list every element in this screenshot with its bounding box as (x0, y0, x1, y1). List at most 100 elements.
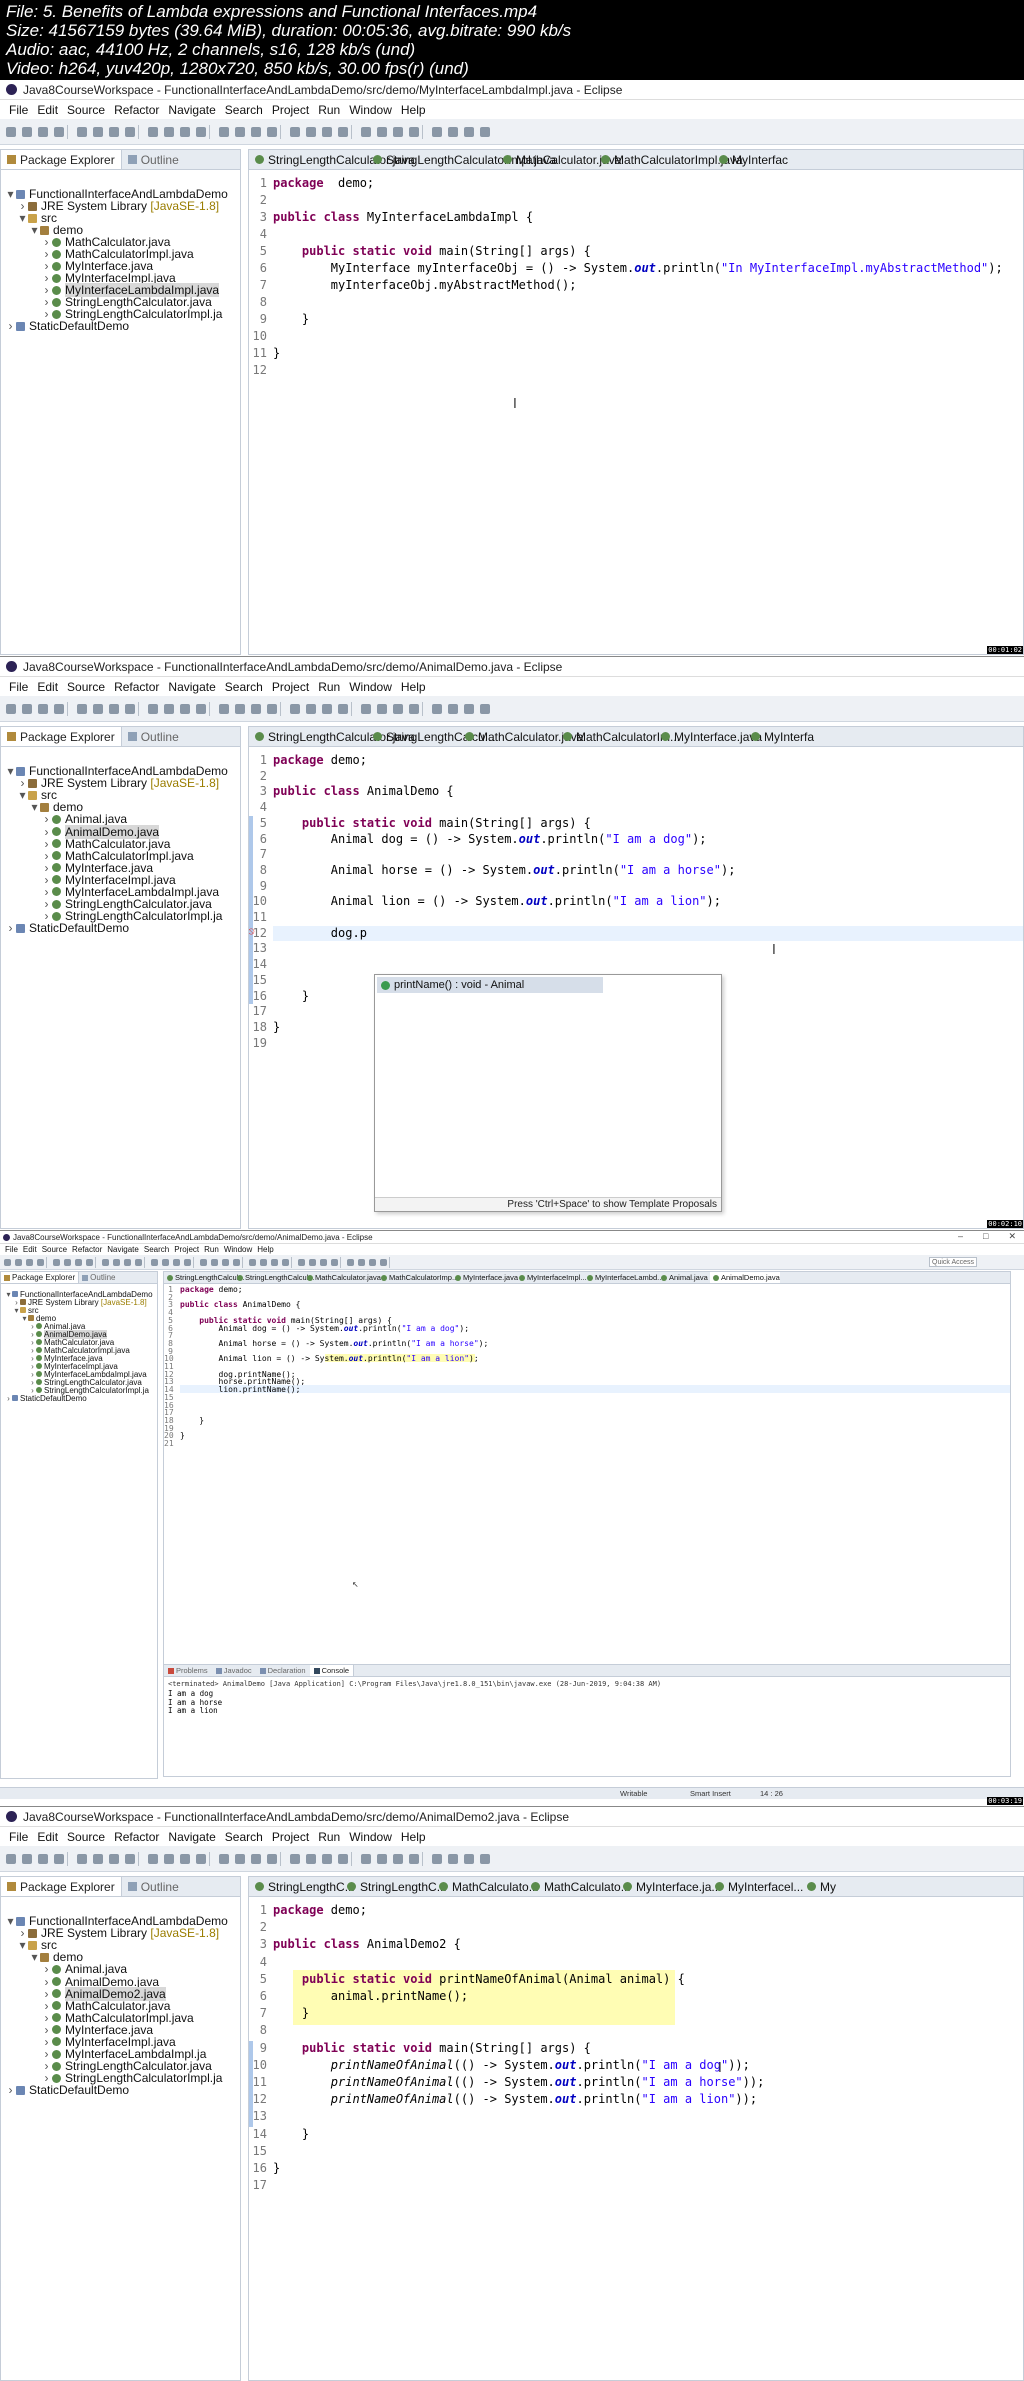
menu-search[interactable]: Search (225, 680, 263, 694)
code-line[interactable]: public class MyInterfaceLambdaImpl { (273, 210, 533, 224)
toolbar-button-icon[interactable] (125, 703, 135, 714)
menu-run[interactable]: Run (318, 1830, 340, 1844)
editor-tab[interactable]: StringLengthCalculator.java (249, 150, 415, 169)
expand-arrow-icon[interactable]: › (5, 2083, 16, 2097)
toolbar-button-icon[interactable] (282, 1258, 289, 1266)
editor-tab[interactable]: MyInterfa (745, 727, 814, 746)
toolbar-button-icon[interactable] (322, 1853, 332, 1864)
toolbar-button-icon[interactable] (393, 1853, 403, 1864)
toolbar-button-icon[interactable] (180, 1853, 190, 1864)
toolbar-button-icon[interactable] (164, 703, 174, 714)
toolbar-button-icon[interactable] (322, 703, 332, 714)
toolbar-button-icon[interactable] (409, 1853, 419, 1864)
menu-project[interactable]: Project (272, 103, 309, 117)
editor-tab[interactable]: MathCalculato... (525, 1877, 631, 1896)
toolbar-button-icon[interactable] (54, 126, 64, 137)
menu-help[interactable]: Help (401, 103, 426, 117)
tab-console[interactable]: Console (309, 1665, 355, 1676)
toolbar-button-icon[interactable] (4, 1258, 11, 1266)
tab-outline[interactable]: Outline (122, 150, 185, 169)
toolbar-button-icon[interactable] (249, 1258, 256, 1266)
toolbar-button-icon[interactable] (448, 126, 458, 137)
editor-tab[interactable]: MathCalculatorImp... (378, 1272, 458, 1283)
editor-tab[interactable]: MathCalculato... (433, 1877, 539, 1896)
editor-tab[interactable]: MyInterfacel... (709, 1877, 803, 1896)
expand-arrow-icon[interactable]: ▾ (5, 764, 16, 778)
menu-window[interactable]: Window (349, 103, 392, 117)
menu-edit[interactable]: Edit (37, 680, 58, 694)
menu-run[interactable]: Run (204, 1245, 219, 1254)
tree-item[interactable]: › StaticDefaultDemo (1, 921, 240, 935)
menu-source[interactable]: Source (67, 103, 105, 117)
toolbar-button-icon[interactable] (306, 1853, 316, 1864)
toolbar-button-icon[interactable] (432, 126, 442, 137)
editor-tab[interactable]: MyInterface.java (452, 1272, 518, 1283)
menu-file[interactable]: File (5, 1245, 18, 1254)
tab-declaration[interactable]: Declaration (256, 1665, 310, 1676)
editor-tab[interactable]: MyInterfaceLambd... (584, 1272, 663, 1283)
toolbar-button-icon[interactable] (298, 1258, 305, 1266)
code-line[interactable]: } (273, 312, 309, 326)
code-line[interactable]: printNameOfAnimal(() -> System.out.print… (273, 2058, 750, 2072)
tree-item[interactable]: › StaticDefaultDemo (1, 1394, 157, 1403)
toolbar-button-icon[interactable] (196, 703, 206, 714)
toolbar-button-icon[interactable] (38, 1853, 48, 1864)
close-icon[interactable]: ✕ (1008, 1231, 1016, 1242)
code-line[interactable]: dog.p (273, 926, 367, 940)
expand-arrow-icon[interactable]: ▾ (29, 1950, 40, 1964)
toolbar-button-icon[interactable] (93, 1853, 103, 1864)
editor-tab[interactable]: MathCalculator.java (459, 727, 583, 746)
tab-problems[interactable]: Problems (164, 1665, 212, 1676)
code-area[interactable]: 1 package demo; 2 3 public class AnimalDemo2… (249, 1903, 1023, 2380)
toolbar-button-icon[interactable] (75, 1258, 82, 1266)
expand-arrow-icon[interactable]: › (5, 319, 16, 333)
toolbar-button-icon[interactable] (196, 126, 206, 137)
editor-tab[interactable]: MyInterfac (713, 150, 788, 169)
toolbar-button-icon[interactable] (164, 126, 174, 137)
toolbar-button-icon[interactable] (196, 1853, 206, 1864)
toolbar-button-icon[interactable] (251, 703, 261, 714)
menu-source[interactable]: Source (67, 1830, 105, 1844)
menu-help[interactable]: Help (257, 1245, 273, 1254)
menu-search[interactable]: Search (144, 1245, 169, 1254)
toolbar-button-icon[interactable] (77, 126, 87, 137)
toolbar-button-icon[interactable] (320, 1258, 327, 1266)
toolbar-button-icon[interactable] (380, 1258, 387, 1266)
menu-project[interactable]: Project (272, 1830, 309, 1844)
menu-file[interactable]: File (9, 1830, 28, 1844)
toolbar-button-icon[interactable] (480, 703, 490, 714)
toolbar-button-icon[interactable] (432, 703, 442, 714)
tab-package-explorer[interactable]: Package Explorer (1, 1877, 122, 1896)
toolbar-button-icon[interactable] (306, 703, 316, 714)
toolbar-button-icon[interactable] (219, 1853, 229, 1864)
tree-item[interactable]: › JRE System Library [JavaSE-1.8] (1, 199, 240, 213)
editor-tab[interactable]: StringLengthCalculator.java (249, 727, 415, 746)
code-line[interactable]: public static void main(String[] args) { (273, 816, 591, 830)
toolbar-button-icon[interactable] (22, 126, 32, 137)
code-line[interactable]: } (273, 2127, 309, 2141)
expand-arrow-icon[interactable]: ▾ (29, 223, 40, 237)
toolbar-button-icon[interactable] (309, 1258, 316, 1266)
editor-tab[interactable]: MathCalculatorImpl.java (595, 150, 743, 169)
code-area[interactable]: 1 package demo; 2 3 public class MyInterface… (249, 176, 1023, 654)
code-line[interactable]: printNameOfAnimal(() -> System.out.print… (273, 2075, 765, 2089)
toolbar-button-icon[interactable] (377, 703, 387, 714)
editor-tab[interactable]: AnimalDemo.java (710, 1272, 780, 1283)
toolbar-button-icon[interactable] (369, 1258, 376, 1266)
toolbar-button-icon[interactable] (77, 1853, 87, 1864)
editor-tab[interactable]: MathCalculatorIm... (557, 727, 680, 746)
expand-arrow-icon[interactable]: ▾ (17, 788, 28, 802)
expand-arrow-icon[interactable]: ▾ (17, 211, 28, 225)
toolbar-button-icon[interactable] (184, 1258, 191, 1266)
menu-refactor[interactable]: Refactor (114, 680, 159, 694)
tab-outline[interactable]: Outline (79, 1272, 118, 1283)
toolbar-button-icon[interactable] (15, 1258, 22, 1266)
menu-run[interactable]: Run (318, 680, 340, 694)
menu-search[interactable]: Search (225, 1830, 263, 1844)
menu-refactor[interactable]: Refactor (114, 103, 159, 117)
toolbar-button-icon[interactable] (211, 1258, 218, 1266)
menu-window[interactable]: Window (349, 1830, 392, 1844)
tab-package-explorer[interactable]: Package Explorer (1, 727, 122, 746)
menu-project[interactable]: Project (272, 680, 309, 694)
toolbar-button-icon[interactable] (102, 1258, 109, 1266)
